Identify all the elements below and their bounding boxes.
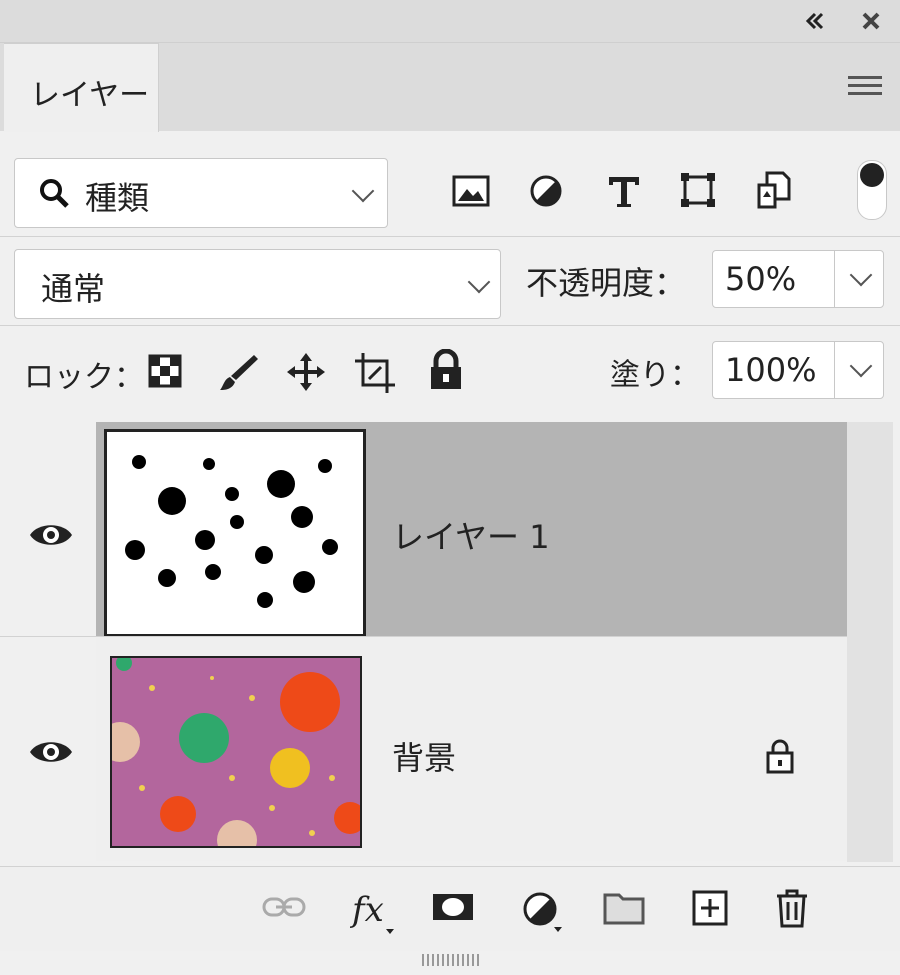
spots-pattern-icon xyxy=(125,455,338,608)
layer-row[interactable]: レイヤー 1 xyxy=(0,422,847,637)
double-chevron-left-icon[interactable] xyxy=(802,8,828,34)
layers-scrollbar[interactable] xyxy=(847,422,893,862)
chevron-down-icon xyxy=(351,179,375,203)
fill-field[interactable]: 100% xyxy=(712,341,884,399)
field-divider xyxy=(834,251,835,307)
folder-icon[interactable] xyxy=(602,890,646,926)
close-icon[interactable] xyxy=(858,8,884,34)
image-filter-icon[interactable] xyxy=(452,172,490,210)
tab-layers-label: レイヤー xyxy=(30,78,150,113)
layer-thumbnail-mask[interactable] xyxy=(104,429,366,637)
divider xyxy=(0,236,900,237)
layer-mask-icon[interactable] xyxy=(430,890,476,924)
adjustment-layer-icon[interactable] xyxy=(520,888,566,934)
lock-image-pixels-icon[interactable] xyxy=(216,350,260,394)
chevron-down-icon[interactable] xyxy=(849,354,873,378)
opacity-label: 不透明度： xyxy=(526,264,687,302)
opacity-value[interactable]: 50% xyxy=(725,260,796,298)
layer-name[interactable]: レイヤー 1 xyxy=(392,512,550,558)
panel-top-bar xyxy=(0,0,900,43)
filter-kind-label: 種類 xyxy=(85,179,150,217)
filter-toggle-switch[interactable] xyxy=(857,160,887,220)
fabric-image-icon xyxy=(112,658,360,846)
chevron-down-icon[interactable] xyxy=(849,263,873,287)
opacity-field[interactable]: 50% xyxy=(712,250,884,308)
chevron-down-icon xyxy=(467,270,491,294)
layer-name[interactable]: 背景 xyxy=(392,733,456,779)
fill-value[interactable]: 100% xyxy=(725,351,816,389)
lock-label: ロック： xyxy=(24,360,144,395)
new-layer-icon[interactable] xyxy=(690,888,730,928)
svg-text:fx: fx xyxy=(350,890,384,930)
trash-icon[interactable] xyxy=(772,886,812,930)
panel-menu-icon[interactable] xyxy=(848,76,882,98)
smart-object-filter-icon[interactable] xyxy=(754,170,794,210)
divider xyxy=(0,325,900,326)
shape-filter-icon[interactable] xyxy=(678,170,718,210)
blend-mode-label: 通常 xyxy=(41,270,106,308)
link-layers-icon[interactable] xyxy=(262,890,306,924)
lock-icon xyxy=(762,737,798,775)
layer-row[interactable]: 背景 xyxy=(0,637,847,861)
lock-position-icon[interactable] xyxy=(284,350,328,394)
search-icon xyxy=(37,176,71,210)
filter-kind-select[interactable]: 種類 xyxy=(14,158,388,228)
fill-label: 塗り： xyxy=(610,358,700,393)
resize-grip[interactable] xyxy=(422,954,480,966)
adjustment-filter-icon[interactable] xyxy=(527,172,565,210)
fx-icon[interactable]: fx xyxy=(350,884,398,936)
eye-icon[interactable] xyxy=(28,737,74,767)
tab-layers[interactable]: レイヤー xyxy=(4,43,159,132)
toggle-knob xyxy=(860,163,884,187)
layer-thumbnail-image[interactable] xyxy=(110,656,362,848)
lock-artboard-icon[interactable] xyxy=(352,350,398,394)
lock-transparent-pixels-icon[interactable] xyxy=(146,352,184,390)
lock-all-icon[interactable] xyxy=(424,348,468,392)
blend-mode-select[interactable]: 通常 xyxy=(14,249,501,319)
field-divider xyxy=(834,342,835,398)
eye-icon[interactable] xyxy=(28,520,74,550)
type-filter-icon[interactable] xyxy=(604,172,644,210)
